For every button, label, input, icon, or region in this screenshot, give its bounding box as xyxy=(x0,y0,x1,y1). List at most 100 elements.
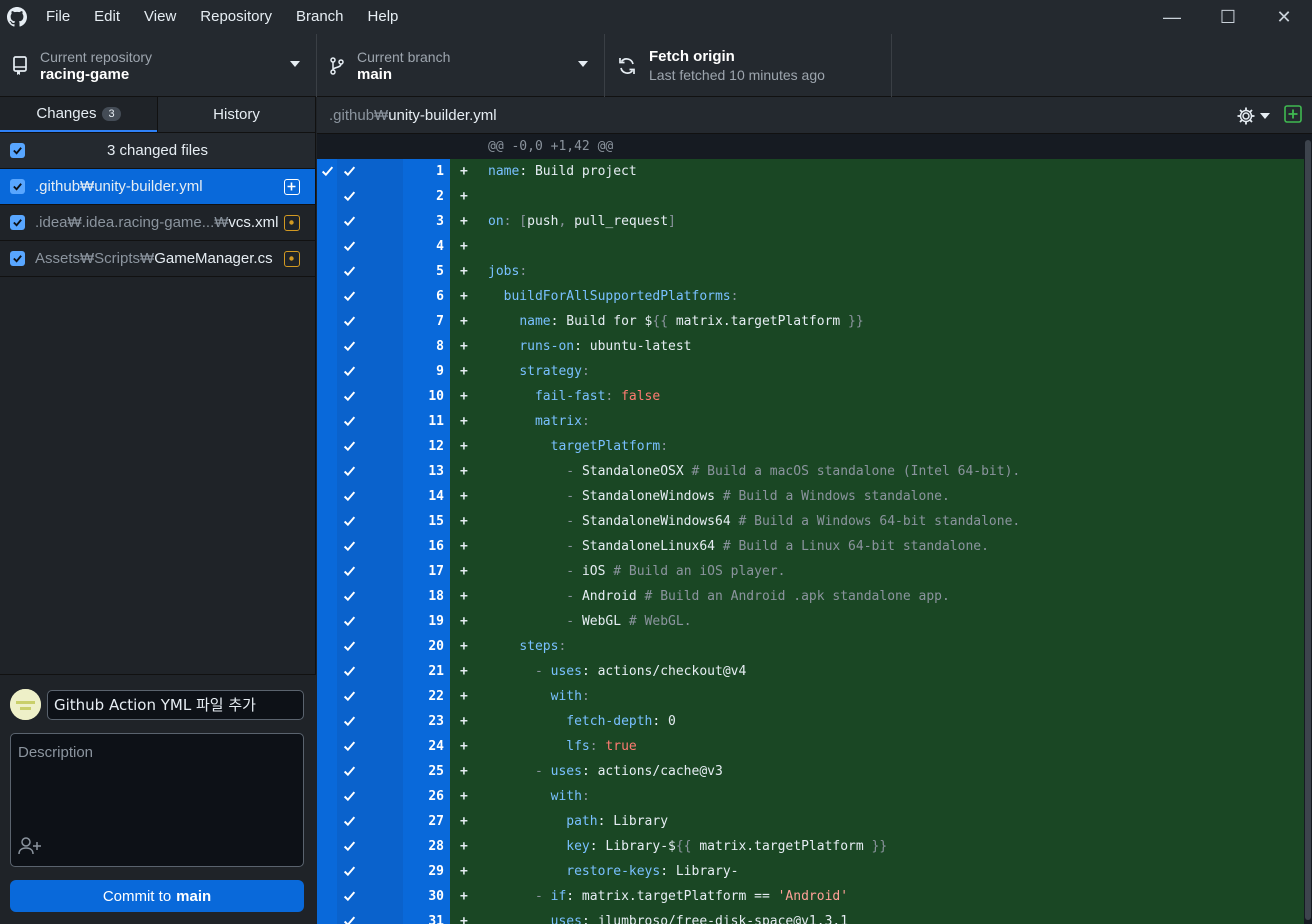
line-select-checkbox[interactable] xyxy=(337,659,403,684)
diff-line[interactable]: 8 + runs-on: ubuntu-latest xyxy=(317,334,1312,359)
menu-item-repository[interactable]: Repository xyxy=(188,0,284,34)
diff-line[interactable]: 18 + - Android # Build an Android .apk st… xyxy=(317,584,1312,609)
diff-line[interactable]: 30 + - if: matrix.targetPlatform == 'Andr… xyxy=(317,884,1312,909)
minimize-button[interactable]: — xyxy=(1144,0,1200,34)
file-list-item[interactable]: .idea₩.idea.racing-game...₩vcs.xml xyxy=(0,205,315,241)
hunk-select-gutter[interactable] xyxy=(317,284,337,309)
hunk-select-gutter[interactable] xyxy=(317,884,337,909)
line-select-checkbox[interactable] xyxy=(337,359,403,384)
line-select-checkbox[interactable] xyxy=(337,284,403,309)
line-select-checkbox[interactable] xyxy=(337,609,403,634)
hunk-select-gutter[interactable] xyxy=(317,334,337,359)
diff-line[interactable]: 1 + name: Build project xyxy=(317,159,1312,184)
line-select-checkbox[interactable] xyxy=(337,309,403,334)
line-select-checkbox[interactable] xyxy=(337,209,403,234)
line-select-checkbox[interactable] xyxy=(337,484,403,509)
line-select-checkbox[interactable] xyxy=(337,184,403,209)
file-list-item[interactable]: .github₩unity-builder.yml xyxy=(0,169,315,205)
hunk-select-gutter[interactable] xyxy=(317,809,337,834)
hunk-select-gutter[interactable] xyxy=(317,459,337,484)
diff-options-button[interactable] xyxy=(1236,106,1270,126)
line-select-checkbox[interactable] xyxy=(337,684,403,709)
diff-line[interactable]: 20 + steps: xyxy=(317,634,1312,659)
hunk-select-gutter[interactable] xyxy=(317,434,337,459)
diff-line[interactable]: 29 + restore-keys: Library- xyxy=(317,859,1312,884)
line-select-checkbox[interactable] xyxy=(337,709,403,734)
hunk-select-gutter[interactable] xyxy=(317,684,337,709)
hunk-select-gutter[interactable] xyxy=(317,209,337,234)
hunk-select-gutter[interactable] xyxy=(317,234,337,259)
line-select-checkbox[interactable] xyxy=(337,234,403,259)
hunk-select-gutter[interactable] xyxy=(317,559,337,584)
line-select-checkbox[interactable] xyxy=(337,159,403,184)
line-select-checkbox[interactable] xyxy=(337,259,403,284)
line-select-checkbox[interactable] xyxy=(337,884,403,909)
diff-line[interactable]: 25 + - uses: actions/cache@v3 xyxy=(317,759,1312,784)
hunk-select-gutter[interactable] xyxy=(317,609,337,634)
diff-line[interactable]: 16 + - StandaloneLinux64 # Build a Linux … xyxy=(317,534,1312,559)
diff-line[interactable]: 3 + on: [push, pull_request] xyxy=(317,209,1312,234)
line-select-checkbox[interactable] xyxy=(337,384,403,409)
hunk-select-gutter[interactable] xyxy=(317,734,337,759)
hunk-select-gutter[interactable] xyxy=(317,534,337,559)
line-select-checkbox[interactable] xyxy=(337,634,403,659)
commit-summary-input[interactable]: Github Action YML 파일 추가 xyxy=(47,690,304,720)
diff-line[interactable]: 27 + path: Library xyxy=(317,809,1312,834)
hunk-select-gutter[interactable] xyxy=(317,584,337,609)
diff-line[interactable]: 15 + - StandaloneWindows64 # Build a Wind… xyxy=(317,509,1312,534)
line-select-checkbox[interactable] xyxy=(337,459,403,484)
hunk-select-gutter[interactable] xyxy=(317,259,337,284)
diff-line[interactable]: 26 + with: xyxy=(317,784,1312,809)
maximize-button[interactable]: ☐ xyxy=(1200,0,1256,34)
line-select-checkbox[interactable] xyxy=(337,334,403,359)
commit-description-input[interactable]: Description xyxy=(10,733,304,867)
line-select-checkbox[interactable] xyxy=(337,834,403,859)
diff-line[interactable]: 24 + lfs: true xyxy=(317,734,1312,759)
menu-item-help[interactable]: Help xyxy=(356,0,411,34)
hunk-select-gutter[interactable] xyxy=(317,659,337,684)
diff-line[interactable]: 12 + targetPlatform: xyxy=(317,434,1312,459)
line-select-checkbox[interactable] xyxy=(337,509,403,534)
diff-scrollbar[interactable] xyxy=(1304,134,1312,924)
add-coauthor-icon[interactable] xyxy=(18,836,42,860)
hunk-select-gutter[interactable] xyxy=(317,184,337,209)
hunk-select-gutter[interactable] xyxy=(317,409,337,434)
hunk-select-gutter[interactable] xyxy=(317,859,337,884)
file-checkbox[interactable] xyxy=(10,251,25,266)
diff-line[interactable]: 19 + - WebGL # WebGL. xyxy=(317,609,1312,634)
hunk-select-gutter[interactable] xyxy=(317,634,337,659)
diff-line[interactable]: 2 + xyxy=(317,184,1312,209)
diff-line[interactable]: 7 + name: Build for ${{ matrix.targetPlat… xyxy=(317,309,1312,334)
diff-line[interactable]: 10 + fail-fast: false xyxy=(317,384,1312,409)
hunk-select-gutter[interactable] xyxy=(317,759,337,784)
diff-line[interactable]: 17 + - iOS # Build an iOS player. xyxy=(317,559,1312,584)
line-select-checkbox[interactable] xyxy=(337,859,403,884)
hunk-select-gutter[interactable] xyxy=(317,709,337,734)
menu-item-view[interactable]: View xyxy=(132,0,188,34)
line-select-checkbox[interactable] xyxy=(337,734,403,759)
line-select-checkbox[interactable] xyxy=(337,809,403,834)
line-select-checkbox[interactable] xyxy=(337,434,403,459)
current-branch-dropdown[interactable]: Current branch main xyxy=(317,34,605,97)
line-select-checkbox[interactable] xyxy=(337,759,403,784)
commit-button[interactable]: Commit to main xyxy=(10,880,304,912)
diff-line[interactable]: 6 + buildForAllSupportedPlatforms: xyxy=(317,284,1312,309)
menu-item-file[interactable]: File xyxy=(34,0,82,34)
close-button[interactable]: ✕ xyxy=(1256,0,1312,34)
file-checkbox[interactable] xyxy=(10,179,25,194)
line-select-checkbox[interactable] xyxy=(337,534,403,559)
line-select-checkbox[interactable] xyxy=(337,909,403,924)
fetch-origin-button[interactable]: Fetch origin Last fetched 10 minutes ago xyxy=(605,34,892,97)
hunk-select-gutter[interactable] xyxy=(317,159,337,184)
scrollbar-thumb[interactable] xyxy=(1305,140,1311,920)
line-select-checkbox[interactable] xyxy=(337,559,403,584)
menu-item-edit[interactable]: Edit xyxy=(82,0,132,34)
tab-history[interactable]: History xyxy=(157,97,315,132)
hunk-select-gutter[interactable] xyxy=(317,509,337,534)
hunk-select-gutter[interactable] xyxy=(317,309,337,334)
tab-changes[interactable]: Changes 3 xyxy=(0,97,157,132)
diff-line[interactable]: 28 + key: Library-${{ matrix.targetPlatfo… xyxy=(317,834,1312,859)
line-select-checkbox[interactable] xyxy=(337,584,403,609)
hunk-select-gutter[interactable] xyxy=(317,909,337,924)
hunk-select-gutter[interactable] xyxy=(317,484,337,509)
